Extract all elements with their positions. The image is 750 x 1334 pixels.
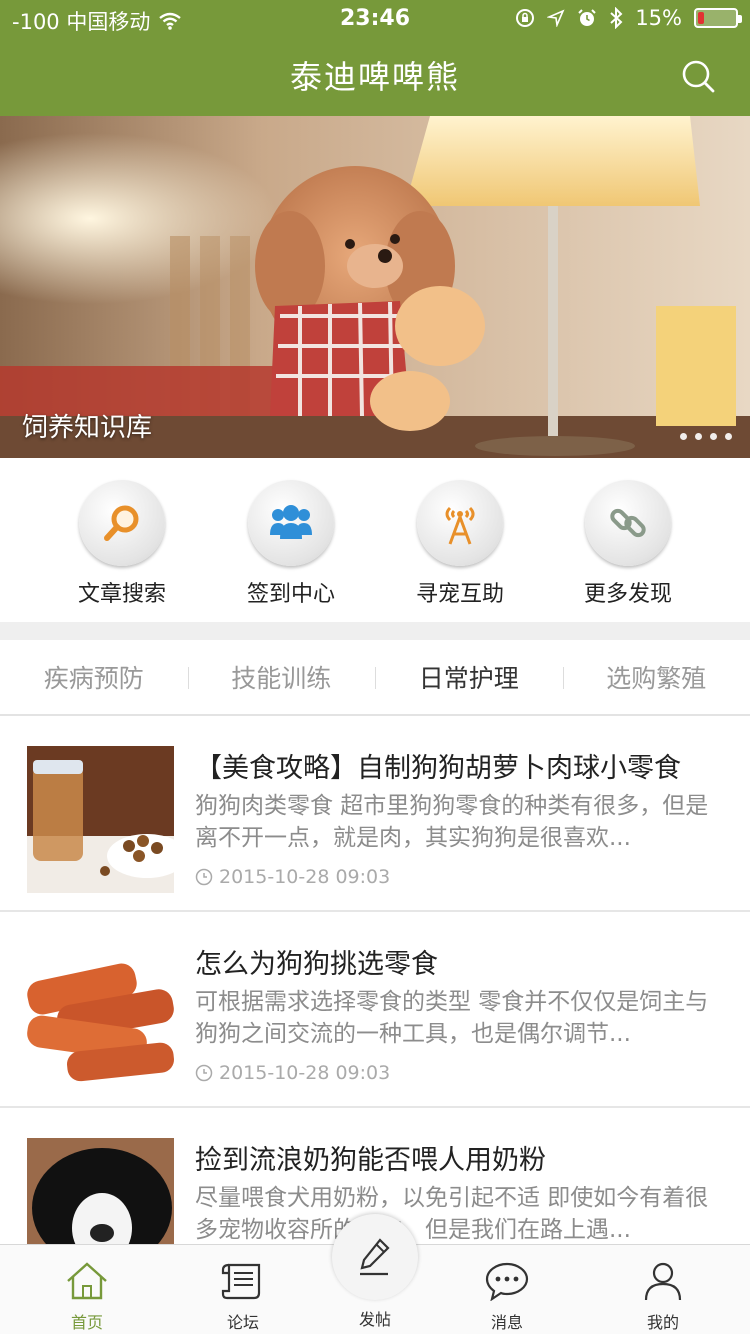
category-tabs: 疾病预防 技能训练 日常护理 选购繁殖 xyxy=(0,640,750,716)
banner-pagination xyxy=(680,433,732,440)
signal-tower-icon xyxy=(445,506,475,545)
clock-icon xyxy=(195,868,213,886)
pencil-icon xyxy=(360,1238,390,1276)
user-icon xyxy=(644,1262,682,1301)
article-summary: 尽量喂食犬用奶粉，以免引起不适 即使如今有着很多宠物收容所的存在，但是我们在路上… xyxy=(195,1185,709,1243)
pagination-dot xyxy=(710,433,717,440)
quick-entries: 文章搜索 签到中心 寻宠互助 更多发现 xyxy=(0,458,750,622)
clock-icon xyxy=(195,1064,213,1082)
tab-buying-breeding[interactable]: 选购繁殖 xyxy=(562,659,750,695)
quick-entry-discover[interactable]: 更多发现 xyxy=(544,480,712,608)
article-thumbnail xyxy=(27,746,174,893)
tabbar-label: 消息 xyxy=(490,1313,523,1332)
quick-entry-checkin[interactable]: 签到中心 xyxy=(207,480,375,608)
tabbar-mine[interactable]: 我的 xyxy=(613,1259,713,1333)
quick-entry-label: 更多发现 xyxy=(583,582,672,607)
tabbar-label: 首页 xyxy=(70,1313,103,1332)
quick-entry-label: 文章搜索 xyxy=(77,582,166,607)
article-title: 捡到流浪奶狗能否喂人用奶粉 xyxy=(195,1145,546,1176)
tabbar-home[interactable]: 首页 xyxy=(37,1259,137,1333)
list-item[interactable]: 怎么为狗狗挑选零食 可根据需求选择零食的类型 零食并不仅仅是饲主与狗狗之间交流的… xyxy=(0,912,750,1108)
quick-entry-label: 寻宠互助 xyxy=(415,582,504,607)
tabbar-label: 论坛 xyxy=(226,1313,259,1332)
battery-percent: 15% xyxy=(635,6,682,30)
article-summary: 狗狗肉类零食 超市里狗狗零食的种类有很多，但是离不开一点，就是肉，其实狗狗是很喜… xyxy=(195,793,709,851)
article-summary: 可根据需求选择零食的类型 零食并不仅仅是饲主与狗狗之间交流的一种工具，也是偶尔调… xyxy=(195,989,709,1047)
battery-icon xyxy=(694,8,742,28)
tab-daily-care[interactable]: 日常护理 xyxy=(375,659,563,695)
article-title: 怎么为狗狗挑选零食 xyxy=(195,949,438,980)
article-date: 2015-10-28 09:03 xyxy=(219,1062,391,1084)
users-icon xyxy=(270,505,312,539)
tab-skill-training[interactable]: 技能训练 xyxy=(187,659,376,695)
status-bar: -100 中国移动 23:46 15% xyxy=(0,0,750,40)
tabbar-messages[interactable]: 消息 xyxy=(457,1259,557,1333)
tabbar-label: 我的 xyxy=(646,1313,679,1332)
pagination-dot xyxy=(695,433,702,440)
rotation-lock-icon xyxy=(516,9,535,27)
location-arrow-icon xyxy=(547,9,565,27)
link-icon xyxy=(610,508,646,538)
quick-entry-article-search[interactable]: 文章搜索 xyxy=(38,480,206,608)
pagination-dot xyxy=(680,433,687,440)
magnifier-icon xyxy=(104,505,139,541)
post-button-label: 发帖 xyxy=(358,1310,391,1329)
home-icon xyxy=(67,1262,107,1300)
quick-entry-label: 签到中心 xyxy=(246,582,335,607)
quick-entry-pet-finder[interactable]: 寻宠互助 xyxy=(376,480,544,608)
top-bar: -100 中国移动 23:46 15% 泰迪啤啤熊 xyxy=(0,0,750,116)
article-thumbnail xyxy=(27,1138,174,1244)
article-list: 【美食攻略】自制狗狗胡萝卜肉球小零食 狗狗肉类零食 超市里狗狗零食的种类有很多，… xyxy=(0,716,750,1244)
article-title: 【美食攻略】自制狗狗胡萝卜肉球小零食 xyxy=(195,753,681,784)
pagination-dot xyxy=(725,433,732,440)
alarm-icon xyxy=(578,9,597,26)
article-date: 2015-10-28 09:03 xyxy=(219,866,391,888)
post-button[interactable] xyxy=(332,1214,418,1300)
scroll-icon xyxy=(221,1263,261,1300)
article-thumbnail xyxy=(27,942,174,1089)
chat-bubble-icon xyxy=(485,1262,529,1301)
page-title: 泰迪啤啤熊 xyxy=(289,58,460,96)
bluetooth-icon xyxy=(610,7,623,29)
list-item[interactable]: 【美食攻略】自制狗狗胡萝卜肉球小零食 狗狗肉类零食 超市里狗狗零食的种类有很多，… xyxy=(0,716,750,912)
tab-disease-prevention[interactable]: 疾病预防 xyxy=(0,659,188,695)
banner-carousel[interactable]: 饲养知识库 xyxy=(0,116,750,458)
tabbar-forum[interactable]: 论坛 xyxy=(193,1259,293,1333)
search-icon[interactable] xyxy=(680,58,716,94)
banner-caption: 饲养知识库 xyxy=(22,413,153,443)
battery-level xyxy=(698,12,704,24)
section-divider xyxy=(0,622,750,640)
